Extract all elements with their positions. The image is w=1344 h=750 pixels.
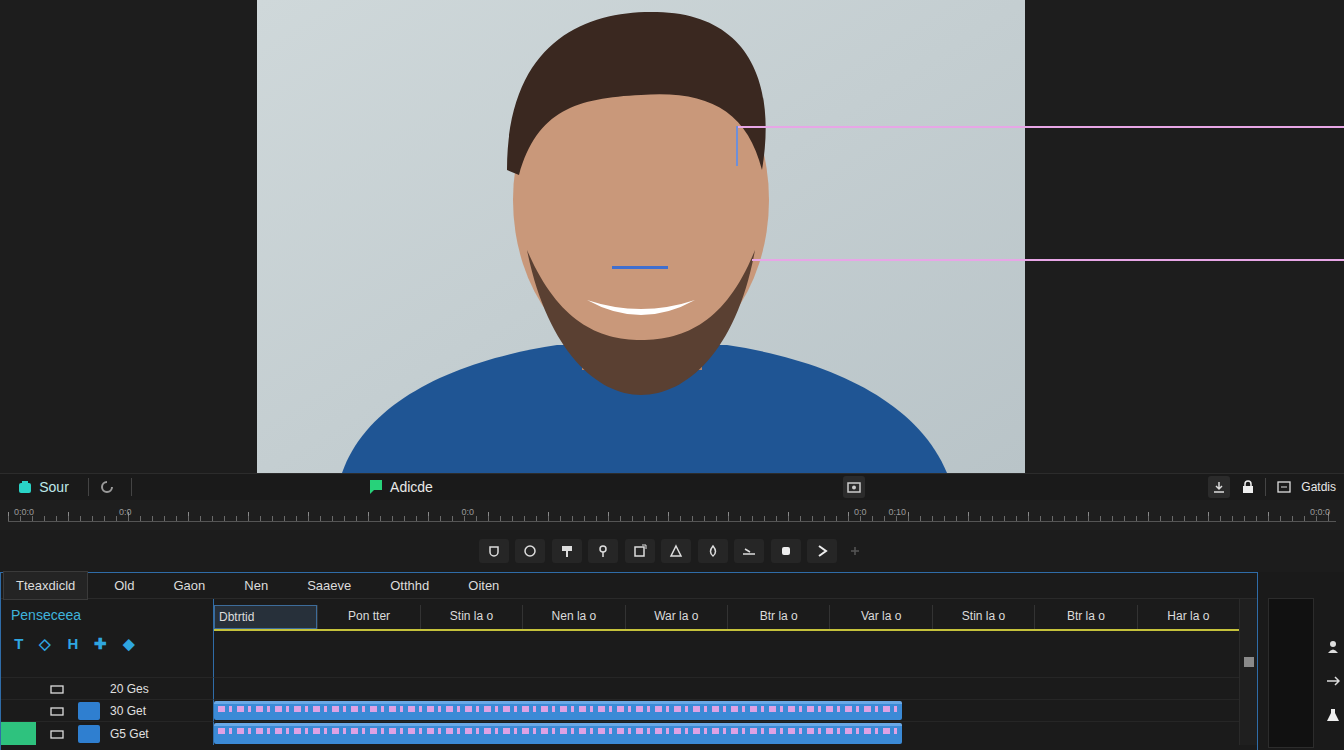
flag-icon[interactable] — [365, 476, 387, 498]
details-label[interactable]: Gatdis — [1301, 478, 1336, 496]
stop-icon[interactable] — [771, 539, 801, 563]
track-label: 20 Ges — [110, 680, 149, 698]
refresh-icon[interactable] — [96, 476, 118, 498]
track-icon[interactable] — [46, 678, 68, 700]
portrait-photo — [257, 0, 1025, 473]
panel-tab[interactable]: Otthhd — [377, 571, 442, 601]
track-lane[interactable] — [214, 677, 1239, 699]
ruler-label: 0:0 — [462, 508, 475, 521]
track-selection — [1, 722, 36, 745]
audio-clip[interactable] — [214, 723, 902, 744]
track-target[interactable] — [78, 702, 100, 720]
track-lane[interactable] — [214, 699, 1239, 721]
tracking-marker — [612, 266, 668, 269]
clip-label[interactable]: Adicde — [390, 477, 433, 498]
track-icon[interactable] — [46, 723, 68, 745]
flask-icon[interactable] — [1322, 704, 1344, 726]
time-column[interactable]: Var la o — [829, 605, 931, 629]
source-bar: Sour Adicde Gatdis — [0, 473, 1344, 500]
track-tool[interactable]: H — [67, 633, 78, 656]
preview-frame — [257, 0, 1025, 473]
person-icon[interactable] — [1322, 636, 1344, 658]
source-label[interactable]: Sour — [39, 477, 69, 498]
triangle-icon[interactable] — [661, 539, 691, 563]
snapshot-icon[interactable] — [843, 476, 865, 498]
timeline-panel: Tteaxdicld Old Gaon Nen Saaeve Otthhd Oiten Pe… — [0, 572, 1258, 750]
crop-icon[interactable] — [625, 539, 655, 563]
ruler-label: 0:10 — [889, 508, 907, 521]
time-ruler[interactable]: 0:0:0 0:0 0:0 0:0 0:10 0:0:0 — [0, 500, 1344, 530]
ruler-label: 0:0:0 — [1310, 508, 1330, 521]
export-icon[interactable] — [1208, 476, 1230, 498]
ruler-label: 0:0:0 — [14, 508, 34, 521]
panel-tab[interactable]: Saaeve — [294, 571, 364, 601]
panel-tab[interactable]: Gaon — [160, 571, 218, 601]
track-label: G5 Get — [110, 725, 149, 743]
track-tool[interactable]: ◆ — [123, 633, 135, 656]
sequence-title: Penseceea — [11, 605, 203, 626]
time-column[interactable]: Pon tter — [317, 605, 419, 629]
guide-line — [752, 259, 1344, 261]
track-target[interactable] — [78, 680, 100, 698]
panel-tab[interactable]: Old — [101, 571, 147, 601]
tool-row — [0, 530, 1344, 572]
audio-clip[interactable] — [214, 701, 902, 720]
pin-icon[interactable] — [588, 539, 618, 563]
track-selection — [1, 678, 36, 699]
viewer — [0, 0, 1344, 473]
add-icon[interactable] — [844, 540, 866, 562]
source-icon[interactable] — [14, 476, 36, 498]
track-tool[interactable]: T — [14, 633, 23, 656]
cup-icon[interactable] — [479, 539, 509, 563]
time-column[interactable]: War la o — [625, 605, 727, 629]
track-selection — [1, 700, 36, 721]
slider-icon[interactable] — [734, 539, 764, 563]
ruler-label: 0:0 — [854, 508, 867, 521]
time-column[interactable]: Btr la o — [727, 605, 829, 629]
ruler-label: 0:0 — [119, 508, 132, 521]
panel-icon[interactable] — [1273, 476, 1295, 498]
track-label: 30 Get — [110, 702, 146, 720]
track-header[interactable]: 30 Get — [1, 699, 214, 721]
time-column[interactable]: Har la o — [1137, 605, 1239, 629]
time-column[interactable]: Nen la o — [522, 605, 624, 629]
scrollbar[interactable] — [1239, 599, 1257, 745]
track-icon[interactable] — [46, 700, 68, 722]
track-header[interactable]: 20 Ges — [1, 677, 214, 699]
track-target[interactable] — [78, 725, 100, 743]
track-tool[interactable]: ◇ — [39, 633, 51, 656]
panel-tab[interactable]: Tteaxdicld — [3, 571, 88, 601]
time-column[interactable]: Stin la o — [420, 605, 522, 629]
arrows-icon[interactable] — [1322, 670, 1344, 692]
lasso-icon[interactable] — [515, 539, 545, 563]
panel-tab[interactable]: Nen — [231, 571, 281, 601]
time-column[interactable]: Dbtrtid — [214, 605, 317, 629]
time-column[interactable]: Stin la o — [932, 605, 1034, 629]
guide-line — [737, 126, 1344, 128]
guide-marker — [736, 126, 738, 166]
track-lane[interactable] — [214, 721, 1239, 745]
lock-icon[interactable] — [1237, 476, 1259, 498]
side-panel — [1258, 572, 1344, 750]
panel-tab[interactable]: Oiten — [455, 571, 512, 601]
track-tool[interactable]: ✚ — [94, 633, 107, 656]
drop-icon[interactable] — [698, 539, 728, 563]
time-column[interactable]: Btr la o — [1034, 605, 1136, 629]
paint-icon[interactable] — [552, 539, 582, 563]
track-header[interactable]: G5 Get — [1, 721, 214, 745]
play-icon[interactable] — [807, 539, 837, 563]
